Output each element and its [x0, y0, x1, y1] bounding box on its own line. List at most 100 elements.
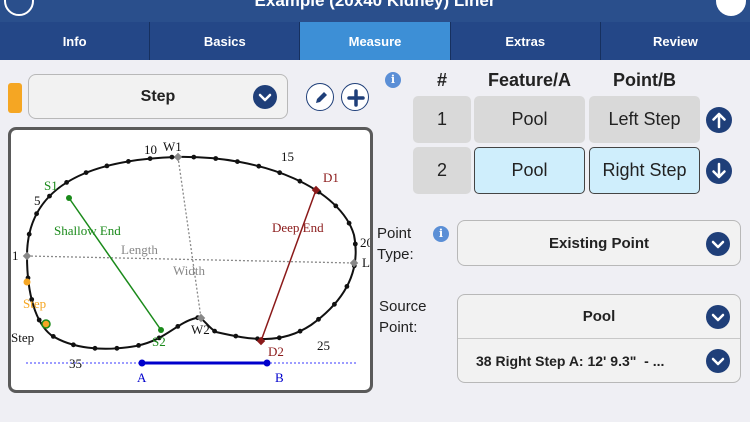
- outline-point: [233, 333, 239, 339]
- label-shallow-end: Shallow End: [54, 223, 121, 238]
- pencil-icon: [316, 92, 327, 103]
- label-step-black: Step: [11, 330, 34, 345]
- title-bar: Example (20x40 Kidney) Liner: [0, 0, 750, 22]
- row-1-feature[interactable]: Pool: [474, 96, 585, 143]
- source-point-select[interactable]: Pool 38 Right Step A: 12' 9.3" - ...: [457, 294, 741, 383]
- outline-point: [344, 284, 350, 289]
- column-header-feature: Feature/A: [487, 70, 572, 90]
- label-width: Width: [173, 263, 205, 278]
- label-d1: D1: [323, 170, 339, 185]
- label-35: 35: [69, 356, 82, 371]
- tab-basics[interactable]: Basics: [150, 22, 301, 60]
- outline-point: [256, 163, 262, 169]
- outline-point: [277, 170, 283, 176]
- plus-icon: [347, 89, 365, 107]
- outline-point: [47, 193, 52, 199]
- outline-point: [212, 328, 218, 334]
- page-title: Example (20x40 Kidney) Liner: [254, 0, 496, 10]
- source-point-detail: 38 Right Step A: 12' 9.3" - ...: [476, 353, 665, 369]
- outline-point: [235, 159, 240, 164]
- color-indicator: [8, 83, 22, 113]
- outline-point: [64, 180, 69, 185]
- label-15: 15: [281, 149, 294, 164]
- point-type-select[interactable]: Existing Point: [457, 220, 741, 266]
- chevron-down-icon[interactable]: [706, 305, 730, 329]
- outline-point: [276, 335, 282, 341]
- point-type-value: Existing Point: [548, 234, 649, 252]
- outline-point: [297, 328, 303, 334]
- label-25: 25: [317, 338, 330, 353]
- outline-point: [126, 159, 131, 164]
- label-20: 20: [360, 235, 370, 250]
- point-b: [263, 359, 271, 367]
- label-deep-end: Deep End: [272, 220, 324, 235]
- row-2-point[interactable]: Right Step: [589, 147, 700, 194]
- outline-point: [175, 324, 181, 329]
- label-b: B: [275, 370, 284, 385]
- label-length: Length: [121, 242, 158, 257]
- move-down-button[interactable]: [706, 158, 732, 184]
- outline-point: [136, 343, 141, 348]
- label-step-orange: Step: [23, 296, 46, 311]
- label-w1: W1: [163, 139, 182, 154]
- tab-extras[interactable]: Extras: [450, 22, 601, 60]
- tab-review[interactable]: Review: [600, 22, 750, 60]
- outline-point: [34, 211, 39, 217]
- outline-point: [114, 345, 120, 351]
- label-1: 1: [12, 248, 19, 263]
- label-w2: W2: [191, 322, 210, 337]
- tab-info[interactable]: Info: [0, 22, 151, 60]
- point-a: [138, 359, 146, 367]
- outline-point: [169, 154, 175, 160]
- length-line: [26, 255, 355, 264]
- point-type-info-icon[interactable]: i: [433, 226, 449, 242]
- row-2-num[interactable]: 2: [413, 147, 471, 194]
- outline-point: [352, 241, 358, 247]
- label-5: 5: [34, 193, 41, 208]
- tab-measure[interactable]: Measure: [300, 22, 451, 60]
- feature-select-value: Step: [140, 87, 176, 105]
- source-point-value: Pool: [582, 308, 616, 325]
- row-1-num[interactable]: 1: [413, 96, 471, 143]
- move-up-button[interactable]: [706, 107, 732, 133]
- source-point-label: Source Point:: [379, 298, 427, 336]
- feature-select[interactable]: Step: [28, 74, 288, 119]
- outline-point: [332, 301, 337, 307]
- tab-bar: Info Basics Measure Extras Review: [0, 22, 750, 60]
- deep-end-line: [260, 189, 317, 342]
- arrow-up-icon: [712, 112, 726, 129]
- label-s1: S1: [44, 178, 58, 193]
- outline-point: [36, 317, 42, 323]
- shallow-end-line: [68, 197, 162, 331]
- label-d2: D2: [268, 344, 284, 359]
- width-line: [177, 156, 202, 319]
- pool-diagram[interactable]: A B 35 W1 10 15 S1 5 D1 Shallow End Deep…: [8, 127, 373, 393]
- arrow-down-icon: [712, 162, 726, 179]
- point-type-label: Point Type:: [377, 225, 414, 263]
- label-10: 10: [144, 142, 157, 157]
- row-2-feature[interactable]: Pool: [474, 147, 585, 194]
- outline-point: [346, 220, 352, 226]
- outline-point: [71, 342, 76, 348]
- label-l: L: [362, 255, 370, 270]
- chevron-down-icon[interactable]: [706, 349, 730, 373]
- info-icon[interactable]: i: [385, 72, 401, 88]
- chevron-down-icon: [706, 232, 730, 256]
- outline-point: [104, 163, 110, 169]
- label-s2: S2: [152, 334, 166, 349]
- outline-point: [316, 316, 321, 322]
- add-button[interactable]: [341, 83, 369, 111]
- outline-point: [83, 170, 89, 175]
- outline-point: [50, 334, 56, 339]
- column-header-num: #: [436, 70, 447, 90]
- edit-button[interactable]: [306, 83, 334, 111]
- outline-point: [213, 156, 219, 161]
- row-1-point[interactable]: Left Step: [589, 96, 700, 143]
- settings-icon[interactable]: [716, 0, 746, 16]
- label-a: A: [137, 370, 147, 385]
- column-header-point: Point/B: [613, 70, 676, 90]
- chevron-down-icon: [253, 85, 277, 109]
- outline-point: [333, 203, 339, 209]
- outline-point: [26, 231, 32, 237]
- outline-point: [297, 178, 303, 184]
